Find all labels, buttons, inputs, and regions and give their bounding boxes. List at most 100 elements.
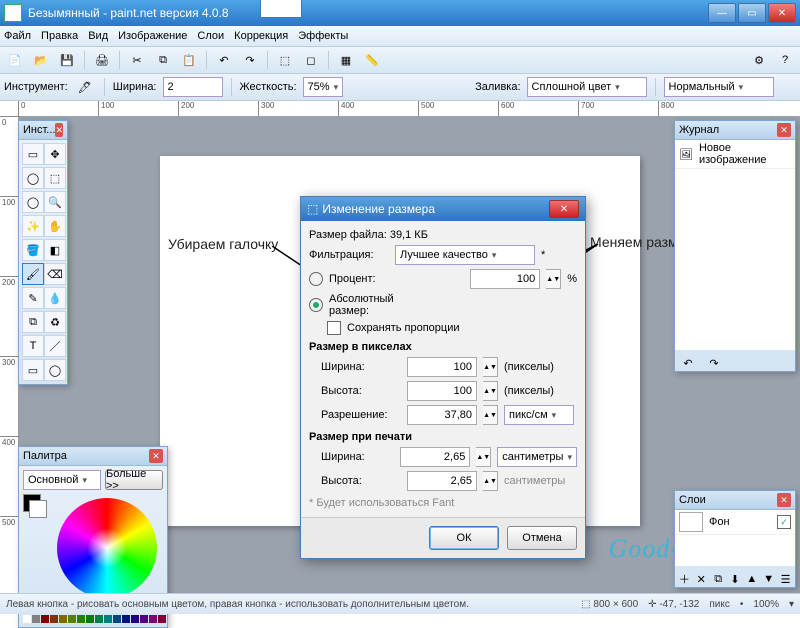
minimize-button[interactable]: — [708, 3, 736, 23]
picker-tool[interactable]: 💧 [44, 287, 66, 309]
rect-tool[interactable]: ▭ [22, 359, 44, 381]
px-height-input[interactable] [407, 381, 477, 401]
pencil-tool[interactable]: ✎ [22, 287, 44, 309]
ruler-icon[interactable]: 📏 [361, 49, 383, 71]
spinner-icon[interactable]: ▲▼ [483, 357, 498, 377]
status-zoom[interactable]: 100% [753, 599, 779, 610]
history-panel[interactable]: Журнал✕ 🖼 Новое изображение ↶ ↷ [674, 120, 796, 372]
spinner-icon[interactable]: ▲▼ [546, 269, 561, 289]
move-tool[interactable]: ✥ [44, 143, 66, 165]
close-icon[interactable]: ✕ [777, 493, 791, 507]
layer-up-icon[interactable]: ▲ [744, 568, 759, 590]
primary-combo[interactable]: Основной [23, 470, 101, 490]
line-tool[interactable]: ／ [44, 335, 66, 357]
print-width-input[interactable] [400, 447, 470, 467]
ok-button[interactable]: ОК [429, 526, 499, 550]
secondary-color[interactable] [29, 500, 47, 518]
paste-icon[interactable]: 📋 [178, 49, 200, 71]
add-layer-icon[interactable]: ＋ [677, 568, 692, 590]
menu-layers[interactable]: Слои [197, 30, 224, 42]
absolute-radio[interactable] [309, 298, 323, 312]
zoom-dropdown-icon[interactable]: ▾ [789, 599, 794, 610]
pan-tool[interactable]: ✋ [44, 215, 66, 237]
document-thumbnail[interactable] [260, 0, 302, 18]
lasso-tool[interactable]: ◯ [22, 167, 44, 189]
dialog-titlebar[interactable]: ⬚ Изменение размера ✕ [301, 197, 585, 221]
menu-image[interactable]: Изображение [118, 30, 187, 42]
copy-icon[interactable]: ⧉ [152, 49, 174, 71]
undo-icon[interactable]: ↶ [213, 49, 235, 71]
ellipse-select-tool[interactable]: ◯ [22, 191, 44, 213]
status-unit[interactable]: пикс [709, 599, 730, 610]
zoom-tool[interactable]: 🔍 [44, 191, 66, 213]
delete-layer-icon[interactable]: ✕ [694, 568, 709, 590]
gradient-tool[interactable]: ◧ [44, 239, 66, 261]
print-width-unit-combo[interactable]: сантиметры [497, 447, 577, 467]
percent-radio[interactable] [309, 272, 323, 286]
crop-icon[interactable]: ⬚ [274, 49, 296, 71]
history-item[interactable]: 🖼 Новое изображение [675, 140, 795, 169]
print-height-input[interactable] [407, 471, 477, 491]
eraser-tool[interactable]: ⌫ [44, 263, 66, 285]
spinner-icon[interactable]: ▲▼ [483, 471, 498, 491]
menu-effects[interactable]: Эффекты [298, 30, 348, 42]
spinner-icon[interactable]: ▲▼ [483, 405, 498, 425]
menu-adjust[interactable]: Коррекция [234, 30, 288, 42]
merge-layer-icon[interactable]: ⬇ [728, 568, 743, 590]
recolor-tool[interactable]: ♻ [44, 311, 66, 333]
brush-tool[interactable]: 🖌 [22, 263, 44, 285]
deselect-icon[interactable]: ◻ [300, 49, 322, 71]
dialog-close-button[interactable]: ✕ [549, 200, 579, 218]
help-icon[interactable]: ? [774, 49, 796, 71]
brush-width-input[interactable] [163, 77, 223, 97]
redo-icon[interactable]: ↷ [239, 49, 261, 71]
maximize-button[interactable]: ▭ [738, 3, 766, 23]
cancel-button[interactable]: Отмена [507, 526, 577, 550]
percent-input[interactable] [470, 269, 540, 289]
grid-icon[interactable]: ▦ [335, 49, 357, 71]
filter-combo[interactable]: Лучшее качество [395, 245, 535, 265]
print-icon[interactable]: 🖨 [91, 49, 113, 71]
more-button[interactable]: Больше >> [105, 470, 163, 490]
px-width-input[interactable] [407, 357, 477, 377]
spinner-icon[interactable]: ▲▼ [476, 447, 491, 467]
new-icon[interactable]: 📄 [4, 49, 26, 71]
layer-item[interactable]: Фон ✓ [675, 510, 795, 535]
open-icon[interactable]: 📂 [30, 49, 52, 71]
menu-edit[interactable]: Правка [41, 30, 78, 42]
clone-tool[interactable]: ⧉ [22, 311, 44, 333]
save-icon[interactable]: 💾 [56, 49, 78, 71]
layer-visible-checkbox[interactable]: ✓ [777, 515, 791, 529]
menu-view[interactable]: Вид [88, 30, 108, 42]
bucket-tool[interactable]: 🪣 [22, 239, 44, 261]
layer-props-icon[interactable]: ☰ [778, 568, 793, 590]
active-tool-icon[interactable]: 🖊 [74, 76, 96, 98]
hardness-combo[interactable]: 75% [303, 77, 344, 97]
close-icon[interactable]: ✕ [149, 449, 163, 463]
menu-file[interactable]: Файл [4, 30, 31, 42]
duplicate-layer-icon[interactable]: ⧉ [711, 568, 726, 590]
move-sel-tool[interactable]: ⬚ [44, 167, 66, 189]
layer-down-icon[interactable]: ▼ [761, 568, 776, 590]
history-redo-icon[interactable]: ↷ [703, 352, 725, 374]
layers-panel[interactable]: Слои✕ Фон ✓ ＋ ✕ ⧉ ⬇ ▲ ▼ ☰ [674, 490, 796, 588]
resolution-input[interactable] [407, 405, 477, 425]
close-icon[interactable]: ✕ [777, 123, 791, 137]
close-icon[interactable]: ✕ [55, 123, 63, 137]
resolution-unit-combo[interactable]: пикс/см [504, 405, 574, 425]
spinner-icon[interactable]: ▲▼ [483, 381, 498, 401]
shape-tool[interactable]: ◯ [44, 359, 66, 381]
cut-icon[interactable]: ✂ [126, 49, 148, 71]
tools-panel[interactable]: Инст...✕ ▭ ✥ ◯ ⬚ ◯ 🔍 ✨ ✋ 🪣 ◧ 🖌 ⌫ ✎ 💧 ⧉ ♻… [18, 120, 68, 385]
fill-combo[interactable]: Сплошной цвет [527, 77, 647, 97]
wand-tool[interactable]: ✨ [22, 215, 44, 237]
rect-select-tool[interactable]: ▭ [22, 143, 44, 165]
settings-icon[interactable]: ⚙ [748, 49, 770, 71]
history-undo-icon[interactable]: ↶ [677, 352, 699, 374]
px-width-label: Ширина: [321, 361, 401, 373]
keep-aspect-checkbox[interactable] [327, 321, 341, 335]
text-tool[interactable]: T [22, 335, 44, 357]
window-close-button[interactable]: ✕ [768, 3, 796, 23]
color-wheel[interactable] [57, 498, 157, 598]
blendmode-combo[interactable]: Нормальный [664, 77, 774, 97]
